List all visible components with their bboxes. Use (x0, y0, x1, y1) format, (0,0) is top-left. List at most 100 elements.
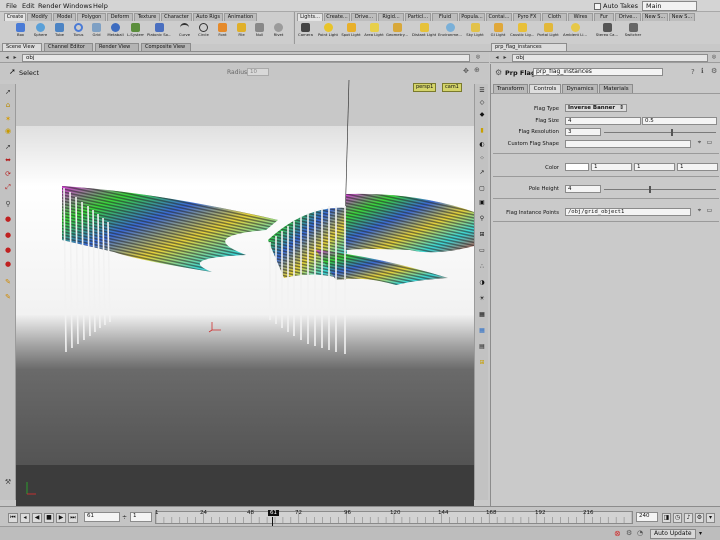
view-tool-icon[interactable]: ◉ (3, 127, 13, 136)
backface-icon[interactable]: ◑ (477, 278, 487, 287)
tab-dynamics[interactable]: Dynamics (562, 84, 598, 93)
points-chooser-icon[interactable]: ⌖ (696, 208, 703, 215)
shelf-tab-cloth[interactable]: Cloth (542, 13, 567, 21)
tool-tube[interactable]: Tube (51, 22, 68, 44)
pose-tool-icon[interactable]: ➚ (3, 143, 13, 152)
shelf-tab-container[interactable]: Contai... (486, 13, 512, 21)
lighting-icon[interactable]: ☀ (477, 294, 487, 303)
stop-icon[interactable]: ■ (44, 513, 54, 523)
menu-edit[interactable]: Edit (22, 2, 35, 10)
transform-handle-icon[interactable]: ✥ (463, 67, 469, 75)
scale-tool-icon[interactable]: ⤢ (3, 183, 13, 192)
performance-icon[interactable]: ◔ (637, 529, 643, 537)
menu-file[interactable]: File (6, 2, 17, 10)
current-frame-field[interactable]: 61 (84, 512, 120, 522)
play-icon[interactable]: ▶ (56, 513, 66, 523)
shelf-tab-character[interactable]: Character (161, 13, 192, 21)
tool-gi-light[interactable]: GI Light (487, 22, 509, 44)
magnet-tool-icon[interactable]: ● (3, 231, 13, 240)
shelf-tab-new-shelf2[interactable]: New S... (669, 13, 695, 21)
node-name-field[interactable]: prp_flag_instances (533, 68, 663, 76)
color-g-field[interactable]: 1 (634, 163, 675, 171)
desktop-select[interactable]: Main (642, 1, 697, 11)
pole-height-slider[interactable] (604, 189, 716, 190)
tool-spot-light[interactable]: Spot Light (340, 22, 362, 44)
flag-size-x-field[interactable]: 4 (565, 117, 641, 125)
shelf-tab-model[interactable]: Model (53, 13, 76, 21)
params-forward-arrow-icon[interactable]: ▸ (501, 54, 509, 62)
shelf-tab-particles[interactable]: Particl... (405, 13, 431, 21)
color-b-field[interactable]: 1 (677, 163, 718, 171)
select-tool-icon[interactable]: ➚ (3, 88, 13, 97)
pole-height-knob[interactable] (648, 186, 651, 193)
tab-render-view[interactable]: Render View (95, 43, 139, 51)
viewport-layout-icon[interactable]: ⚒ (3, 478, 13, 487)
menu-help[interactable]: Help (93, 2, 108, 10)
gear-icon[interactable]: ⚙ (495, 68, 502, 77)
tool-lsystem[interactable]: L-System (127, 22, 144, 44)
tool-curve[interactable]: Curve (176, 22, 193, 44)
move-tool-icon[interactable]: ⬌ (3, 156, 13, 165)
shelf-tab-lights[interactable]: Lights... (297, 13, 323, 21)
snapshot-icon[interactable]: ▤ (477, 342, 487, 351)
color-swatch[interactable] (565, 163, 589, 171)
shelf-tab-auto-rigs[interactable]: Auto Rigs (193, 13, 223, 21)
footprint-icon[interactable]: ▣ (477, 198, 487, 207)
params-pin-icon[interactable]: ◎ (710, 54, 718, 62)
tool-null[interactable]: Null (251, 22, 268, 44)
tool-distant-light[interactable]: Distant Light (412, 22, 436, 44)
pole-height-field[interactable]: 4 (565, 185, 601, 193)
handle-tool-icon[interactable]: ⚲ (3, 200, 13, 209)
tool-circle[interactable]: Circle (195, 22, 212, 44)
texture-icon[interactable]: ▦ (477, 310, 487, 319)
rotate-tool-icon[interactable]: ⟳ (3, 170, 13, 179)
tab-materials[interactable]: Materials (599, 84, 633, 93)
shelf-tab-wires[interactable]: Wires (568, 13, 593, 21)
tool-caustic-light[interactable]: Caustic Lig... (510, 22, 534, 44)
light-display-icon[interactable]: ▮ (477, 126, 487, 135)
points-file-icon[interactable]: ▭ (706, 208, 713, 215)
shelf-tab-deform[interactable]: Deform (107, 13, 133, 21)
shelf-tab-drive[interactable]: Drive... (351, 13, 377, 21)
tool-sphere[interactable]: Sphere (32, 22, 49, 44)
menu-render[interactable]: Render (38, 2, 61, 10)
tool-environment-light[interactable]: Environme... (438, 22, 462, 44)
snap-icon[interactable]: ⊕ (474, 66, 480, 74)
play-reverse-icon[interactable]: ◀ (32, 513, 42, 523)
start-frame-field[interactable]: 1 (130, 512, 152, 522)
shelf-tab-fur[interactable]: Fur (594, 13, 614, 21)
quad-view-icon[interactable]: ⊞ (477, 358, 487, 367)
tab-channel-editor[interactable]: Channel Editor (44, 43, 93, 51)
tool-switcher[interactable]: Switcher (621, 22, 645, 44)
flag-type-menu[interactable]: Inverse Banner ⇕ (565, 104, 627, 112)
tool-font[interactable]: Font (214, 22, 231, 44)
frame-stepper-icon[interactable]: ÷ (122, 514, 127, 521)
params-path-field[interactable]: obj (512, 54, 708, 62)
ghost-icon[interactable]: ◐ (477, 140, 487, 149)
display-options-icon[interactable]: ☰ (477, 86, 487, 95)
menu-windows[interactable]: Windows (63, 2, 92, 10)
shelf-tab-create2[interactable]: Create... (324, 13, 350, 21)
cook-icon[interactable]: ⚙ (626, 529, 632, 537)
shelf-tab-populate[interactable]: Popula... (459, 13, 485, 21)
auto-update-menu[interactable]: Auto Update (650, 529, 696, 539)
tool-torus[interactable]: Torus (70, 22, 87, 44)
points-icon[interactable]: ⁘ (477, 154, 487, 163)
tool-camera[interactable]: Camera (297, 22, 314, 44)
radius-field[interactable]: 10 (247, 68, 269, 76)
tool-rivet[interactable]: Rivet (270, 22, 287, 44)
pin-icon[interactable]: ◎ (474, 54, 482, 62)
handles-icon[interactable]: ⚲ (477, 214, 487, 223)
node-chooser-icon[interactable]: ⌖ (696, 140, 703, 147)
step-back-icon[interactable]: ◂ (20, 513, 30, 523)
go-start-icon[interactable]: ⏮ (8, 513, 18, 523)
snap-tool-icon[interactable]: ● (3, 215, 13, 224)
back-arrow-icon[interactable]: ◂ (3, 54, 11, 62)
shelf-tab-fluid[interactable]: Fluid (432, 13, 458, 21)
flag-size-y-field[interactable]: 0.5 (642, 117, 717, 125)
forward-arrow-icon[interactable]: ▸ (11, 54, 19, 62)
shelf-tab-pyrofx[interactable]: Pyro FX (513, 13, 541, 21)
viewport-path-field[interactable]: obj (22, 54, 470, 62)
shelf-tab-modify[interactable]: Modify (27, 13, 52, 21)
tab-transform[interactable]: Transform (493, 84, 528, 93)
